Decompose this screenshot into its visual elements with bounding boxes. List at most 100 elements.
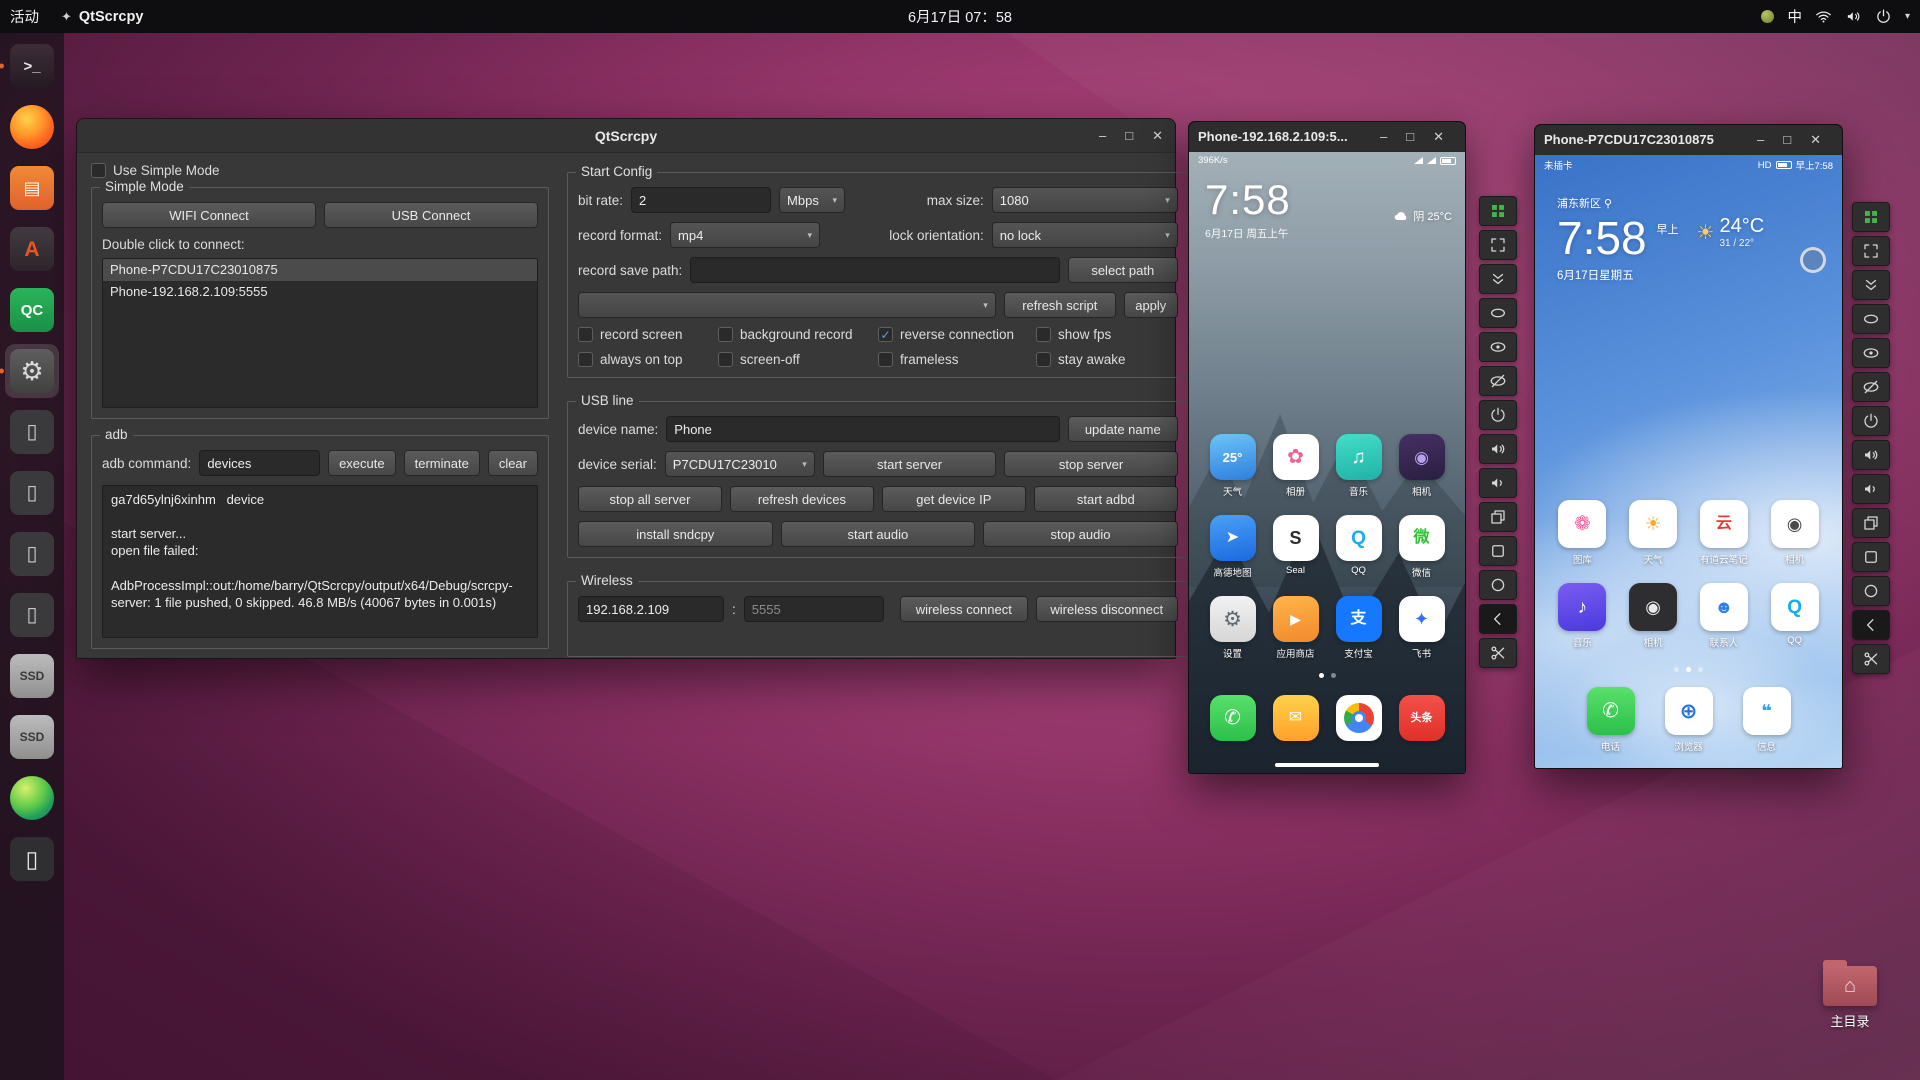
stop-server-button[interactable]: stop server bbox=[1004, 451, 1178, 477]
expand-notification-icon[interactable] bbox=[1852, 270, 1890, 300]
refresh-devices-button[interactable]: refresh devices bbox=[729, 486, 874, 512]
execute-button[interactable]: execute bbox=[328, 450, 396, 476]
wireless-port-input[interactable] bbox=[743, 596, 884, 622]
phone1-screen[interactable]: 396K/s 7:58 6月17日 周五上午 阴 25°C 25° 天气 ✿ 相册 ♫ 音… bbox=[1189, 152, 1465, 773]
screen-show-icon[interactable] bbox=[1479, 332, 1517, 362]
apply-button[interactable]: apply bbox=[1123, 292, 1178, 318]
screen-show-icon[interactable] bbox=[1852, 338, 1890, 368]
app-toutiao[interactable]: 头条 bbox=[1390, 695, 1453, 741]
dock-item-terminal[interactable]: >_ bbox=[0, 42, 56, 90]
clear-button[interactable]: clear bbox=[487, 450, 538, 476]
install-sndcpy-button[interactable]: install sndcpy bbox=[578, 521, 773, 547]
screen-off-icon[interactable] bbox=[1479, 366, 1517, 396]
dock-item-ssd-drive-2[interactable]: SSD bbox=[8, 713, 56, 761]
minimize-button[interactable]: – bbox=[1380, 130, 1387, 143]
app-电话[interactable]: ✆ 电话 bbox=[1586, 687, 1635, 753]
home-folder-shortcut[interactable]: ⌂ 主目录 bbox=[1812, 960, 1888, 1030]
screenshot-icon[interactable] bbox=[1852, 202, 1890, 232]
app-天气[interactable]: ☀ 天气 bbox=[1618, 500, 1689, 566]
device-serial-select[interactable]: P7CDU17C23010 ▾ bbox=[664, 451, 815, 477]
adb-command-input[interactable] bbox=[199, 450, 321, 476]
touch-icon[interactable] bbox=[1852, 304, 1890, 334]
minimize-button[interactable]: – bbox=[1099, 129, 1106, 142]
record-format-select[interactable]: mp4 ▾ bbox=[670, 222, 821, 248]
app-设置[interactable]: ⚙ 设置 bbox=[1201, 596, 1264, 660]
maximize-button[interactable]: □ bbox=[1783, 133, 1791, 146]
app-phone[interactable]: ✆ bbox=[1201, 695, 1264, 741]
device-list-item[interactable]: Phone-P7CDU17C23010875 bbox=[103, 259, 537, 281]
home-indicator-bar[interactable] bbox=[1275, 763, 1379, 767]
screenshot-icon[interactable] bbox=[1479, 196, 1517, 226]
minimize-button[interactable]: – bbox=[1757, 133, 1764, 146]
app-应用商店[interactable]: ▶ 应用商店 bbox=[1264, 596, 1327, 660]
app-支付宝[interactable]: 支支付宝 bbox=[1327, 596, 1390, 660]
dock-item-settings-qtscrcpy[interactable]: ⚙ bbox=[0, 344, 59, 398]
device-name-input[interactable] bbox=[666, 416, 1060, 442]
power-icon[interactable] bbox=[1852, 406, 1890, 436]
app-相机[interactable]: ◉ 相机 bbox=[1390, 434, 1453, 498]
close-button[interactable]: ✕ bbox=[1810, 133, 1821, 146]
app-信息[interactable]: ❝ 信息 bbox=[1742, 687, 1791, 753]
checkbox-stay-awake[interactable]: stay awake bbox=[1036, 352, 1178, 367]
dock-item-firefox[interactable] bbox=[8, 103, 56, 151]
dock-item-ubuntu-software[interactable]: A bbox=[8, 225, 56, 273]
checkbox-screen-off[interactable]: screen-off bbox=[718, 352, 878, 367]
focused-app-menu[interactable]: ✦ QtScrcpy bbox=[61, 9, 143, 25]
max-size-select[interactable]: 1080 ▾ bbox=[991, 187, 1178, 213]
adb-log-output[interactable]: ga7d65ylnj6xinhm device start server... … bbox=[102, 485, 538, 638]
power-icon[interactable] bbox=[1479, 400, 1517, 430]
volume-down-icon[interactable] bbox=[1479, 468, 1517, 498]
dock-item-show-applications[interactable] bbox=[8, 896, 56, 944]
home-icon[interactable] bbox=[1479, 536, 1517, 566]
dock-item-green-sphere-app[interactable] bbox=[8, 774, 56, 822]
clock-menu[interactable]: 6月17日 07：58 bbox=[908, 6, 1012, 27]
activities-button[interactable]: 活动 bbox=[10, 6, 39, 27]
app-飞书[interactable]: ✦ 飞书 bbox=[1390, 596, 1453, 660]
device-list-item[interactable]: Phone-192.168.2.109:5555 bbox=[103, 281, 537, 303]
dock-item-device-mirror-1[interactable]: ▯ bbox=[8, 408, 56, 456]
wireless-connect-button[interactable]: wireless connect bbox=[899, 596, 1028, 622]
maximize-button[interactable]: □ bbox=[1125, 129, 1133, 142]
app-messages[interactable]: ✉ bbox=[1264, 695, 1327, 741]
touch-icon[interactable] bbox=[1479, 298, 1517, 328]
select-path-button[interactable]: select path bbox=[1067, 257, 1178, 283]
dock-item-files[interactable]: ▤ bbox=[8, 164, 56, 212]
app-QQ[interactable]: Q QQ bbox=[1327, 515, 1390, 579]
volume-up-icon[interactable] bbox=[1852, 440, 1890, 470]
app-相册[interactable]: ✿ 相册 bbox=[1264, 434, 1327, 498]
app-QQ[interactable]: Q QQ bbox=[1759, 583, 1830, 649]
checkbox-frameless[interactable]: frameless bbox=[878, 352, 1036, 367]
bit-rate-unit-select[interactable]: Mbps ▾ bbox=[779, 187, 846, 213]
crop-screenshot-icon[interactable] bbox=[1852, 644, 1890, 674]
dock-item-device-mirror-3[interactable]: ▯ bbox=[8, 530, 56, 578]
dock-item-ssd-drive-1[interactable]: SSD bbox=[8, 652, 56, 700]
bit-rate-input[interactable] bbox=[631, 187, 772, 213]
phone2-screen[interactable]: 未插卡 HD 早上7:58 浦东新区 ⚲ 7:58 早上 ☀ 24°C 31 /… bbox=[1535, 155, 1842, 768]
qtscrcpy-titlebar[interactable]: QtScrcpy – □ ✕ bbox=[77, 119, 1175, 153]
app-Seal[interactable]: S Seal bbox=[1264, 515, 1327, 579]
get-device-IP-button[interactable]: get device IP bbox=[881, 486, 1026, 512]
phone2-titlebar[interactable]: Phone-P7CDU17C23010875 – □ ✕ bbox=[1535, 125, 1842, 155]
app-联系人[interactable]: ☻ 联系人 bbox=[1689, 583, 1760, 649]
terminate-button[interactable]: terminate bbox=[403, 450, 480, 476]
back-icon[interactable] bbox=[1479, 570, 1517, 600]
expand-notification-icon[interactable] bbox=[1479, 264, 1517, 294]
fullscreen-icon[interactable] bbox=[1852, 236, 1890, 266]
home-icon[interactable] bbox=[1852, 542, 1890, 572]
wireless-ip-input[interactable] bbox=[578, 596, 724, 622]
app-相机[interactable]: ◉ 相机 bbox=[1759, 500, 1830, 566]
dock-item-phone-device[interactable]: ▯ bbox=[8, 835, 56, 883]
app-图库[interactable]: ❁ 图库 bbox=[1547, 500, 1618, 566]
app-音乐[interactable]: ♫ 音乐 bbox=[1327, 434, 1390, 498]
crop-screenshot-icon[interactable] bbox=[1479, 638, 1517, 668]
checkbox-background-record[interactable]: background record bbox=[718, 327, 878, 342]
assistant-ring-icon[interactable] bbox=[1800, 247, 1827, 273]
app-chrome[interactable] bbox=[1327, 695, 1390, 741]
script-select[interactable]: ▾ bbox=[578, 292, 996, 318]
app-高德地图[interactable]: ➤ 高德地图 bbox=[1201, 515, 1264, 579]
start-audio-button[interactable]: start audio bbox=[780, 521, 976, 547]
volume-down-icon[interactable] bbox=[1852, 474, 1890, 504]
collapse-icon[interactable] bbox=[1852, 610, 1890, 640]
close-button[interactable]: ✕ bbox=[1152, 129, 1163, 142]
volume-up-icon[interactable] bbox=[1479, 434, 1517, 464]
